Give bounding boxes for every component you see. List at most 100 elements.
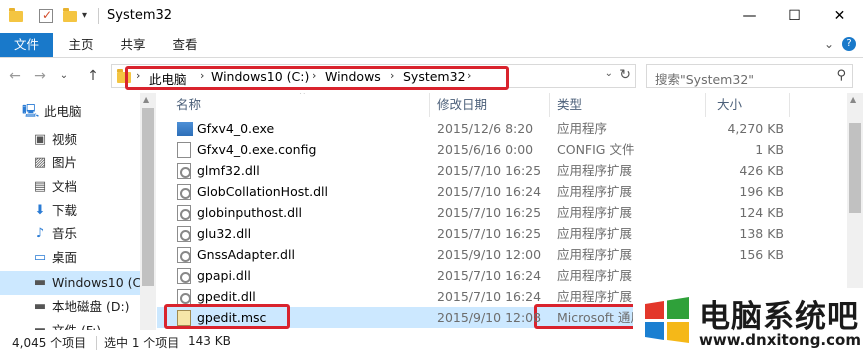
breadcrumb-system32[interactable]: System32 xyxy=(403,69,466,84)
tab-share[interactable]: 共享 xyxy=(110,33,156,57)
title-bar: ▾ System32 — ☐ ✕ xyxy=(0,0,863,33)
nav-scroll-thumb[interactable] xyxy=(142,108,154,286)
file-type: 应用程序扩展 xyxy=(557,226,633,241)
document-icon: ▤ xyxy=(33,179,47,194)
file-row[interactable]: gpapi.dll 2015/7/10 16:24 应用程序扩展 xyxy=(157,265,847,286)
recent-locations-button[interactable]: ⌄ xyxy=(55,67,73,85)
nav-item-downloads[interactable]: ⬇ 下载 xyxy=(0,199,140,223)
file-date: 2015/7/10 16:24 xyxy=(437,184,542,199)
column-divider[interactable] xyxy=(705,93,706,117)
column-divider[interactable] xyxy=(549,93,550,117)
exe-file-icon xyxy=(177,122,193,136)
search-icon[interactable]: ⚲ xyxy=(836,68,846,83)
column-header-date[interactable]: 修改日期 xyxy=(437,93,487,117)
msc-file-icon xyxy=(177,310,191,326)
scroll-up-icon[interactable]: ▲ xyxy=(850,95,856,104)
file-name: GnssAdapter.dll xyxy=(197,247,295,262)
column-header-name[interactable]: 名称 xyxy=(176,93,201,117)
crumb-separator: › xyxy=(312,69,317,82)
nav-item-label: 下载 xyxy=(52,203,78,218)
nav-item-documents[interactable]: ▤ 文档 xyxy=(0,175,140,199)
nav-item-label: 视频 xyxy=(52,132,78,147)
music-icon: ♪ xyxy=(35,226,45,241)
file-type: Microsoft 通用 xyxy=(557,310,643,325)
sort-ascending-icon: ^ xyxy=(299,93,306,99)
nav-scrollbar[interactable]: ▲ xyxy=(140,93,156,330)
nav-item-pictures[interactable]: ▨ 图片 xyxy=(0,151,140,175)
window-title: System32 xyxy=(107,8,173,23)
file-row[interactable]: glmf32.dll 2015/7/10 16:25 应用程序扩展 426 KB xyxy=(157,160,847,181)
forward-button[interactable]: → xyxy=(31,67,49,85)
nav-item-label: 此电脑 xyxy=(44,104,82,119)
column-header-type[interactable]: 类型 xyxy=(557,93,582,117)
refresh-icon[interactable]: ↻ xyxy=(619,67,631,83)
tab-home[interactable]: 主页 xyxy=(58,33,104,57)
dll-file-icon xyxy=(177,268,191,284)
properties-icon[interactable] xyxy=(38,8,54,23)
file-size: 1 KB xyxy=(755,142,784,157)
back-button[interactable]: ← xyxy=(6,67,24,85)
column-divider[interactable] xyxy=(789,93,790,117)
address-row: ← → ⌄ ↑ › 此电脑 › Windows10 (C:) › Windows… xyxy=(0,59,863,93)
tab-file[interactable]: 文件 xyxy=(0,33,53,57)
dll-file-icon xyxy=(177,205,191,221)
qat-dropdown-icon[interactable]: ▾ xyxy=(82,10,98,24)
file-size: 138 KB xyxy=(739,226,784,241)
download-icon: ⬇ xyxy=(34,203,46,218)
dll-file-icon xyxy=(177,184,191,200)
file-row[interactable]: glu32.dll 2015/7/10 16:25 应用程序扩展 138 KB xyxy=(157,223,847,244)
file-row[interactable]: Gfxv4_0.exe 2015/12/6 8:20 应用程序 4,270 KB xyxy=(157,118,847,139)
search-input[interactable]: 搜索"System32" ⚲ xyxy=(646,64,853,88)
breadcrumb-drive-c[interactable]: Windows10 (C:) xyxy=(211,69,309,84)
title-separator xyxy=(98,8,99,24)
navigation-pane: 🖳 此电脑 ▣ 视频 ▨ 图片 ▤ 文档 ⬇ 下载 ♪ 音乐 ▭ 桌面 ▬ Wi… xyxy=(0,93,156,330)
file-size: 124 KB xyxy=(739,205,784,220)
address-dropdown-icon[interactable]: ⌄ xyxy=(605,68,613,79)
nav-item-label: Windows10 (C: xyxy=(52,275,146,290)
nav-item-desktop[interactable]: ▭ 桌面 xyxy=(0,246,140,270)
help-icon[interactable]: ? xyxy=(842,37,856,51)
breadcrumb-windows[interactable]: Windows xyxy=(325,69,381,84)
file-row[interactable]: globinputhost.dll 2015/7/10 16:25 应用程序扩展… xyxy=(157,202,847,223)
tab-view[interactable]: 查看 xyxy=(162,33,208,57)
file-list-scroll-thumb[interactable] xyxy=(849,123,861,213)
up-button[interactable]: ↑ xyxy=(84,67,102,85)
nav-item-drive-f[interactable]: ▬ 文件 (F:) xyxy=(0,319,140,330)
column-header-size[interactable]: 大小 xyxy=(717,93,742,117)
column-divider[interactable] xyxy=(429,93,430,117)
nav-item-label: 音乐 xyxy=(52,226,78,241)
file-row[interactable]: GnssAdapter.dll 2015/9/10 12:00 应用程序扩展 1… xyxy=(157,244,847,265)
file-size: 426 KB xyxy=(739,163,784,178)
maximize-button[interactable]: ☐ xyxy=(772,0,817,32)
new-folder-icon[interactable] xyxy=(62,8,78,22)
file-date: 2015/7/10 16:25 xyxy=(437,163,542,178)
crumb-separator: › xyxy=(200,69,205,82)
close-button[interactable]: ✕ xyxy=(817,0,862,32)
dll-file-icon xyxy=(177,226,191,242)
ribbon-collapse-icon[interactable]: ⌄ xyxy=(824,37,834,51)
crumb-separator: › xyxy=(390,69,395,82)
windows-logo-icon xyxy=(645,297,689,343)
file-row[interactable]: Gfxv4_0.exe.config 2015/6/16 0:00 CONFIG… xyxy=(157,139,847,160)
nav-item-videos[interactable]: ▣ 视频 xyxy=(0,128,140,152)
file-name: GlobCollationHost.dll xyxy=(197,184,328,199)
scroll-up-icon[interactable]: ▲ xyxy=(143,95,149,104)
nav-item-drive-c[interactable]: ▬ Windows10 (C: xyxy=(0,271,146,295)
selected-count: 选中 1 个项目 xyxy=(104,336,180,350)
breadcrumb-this-pc[interactable]: 此电脑 xyxy=(149,69,187,88)
folder-icon xyxy=(8,8,24,22)
file-row[interactable]: GlobCollationHost.dll 2015/7/10 16:24 应用… xyxy=(157,181,847,202)
desktop-icon: ▭ xyxy=(33,250,47,265)
computer-icon: 🖳 xyxy=(22,104,40,119)
file-type: 应用程序扩展 xyxy=(557,268,633,283)
nav-item-this-pc[interactable]: 🖳 此电脑 xyxy=(0,100,140,124)
minimize-button[interactable]: — xyxy=(727,0,772,32)
file-type: 应用程序 xyxy=(557,121,608,136)
nav-item-drive-d[interactable]: ▬ 本地磁盘 (D:) xyxy=(0,295,140,319)
drive-icon: ▬ xyxy=(32,323,48,330)
selected-size: 143 KB xyxy=(188,334,231,348)
drive-icon: ▬ xyxy=(33,299,47,314)
address-bar[interactable]: › 此电脑 › Windows10 (C:) › Windows › Syste… xyxy=(111,64,636,90)
nav-item-music[interactable]: ♪ 音乐 xyxy=(0,222,140,246)
file-date: 2015/7/10 16:25 xyxy=(437,226,542,241)
